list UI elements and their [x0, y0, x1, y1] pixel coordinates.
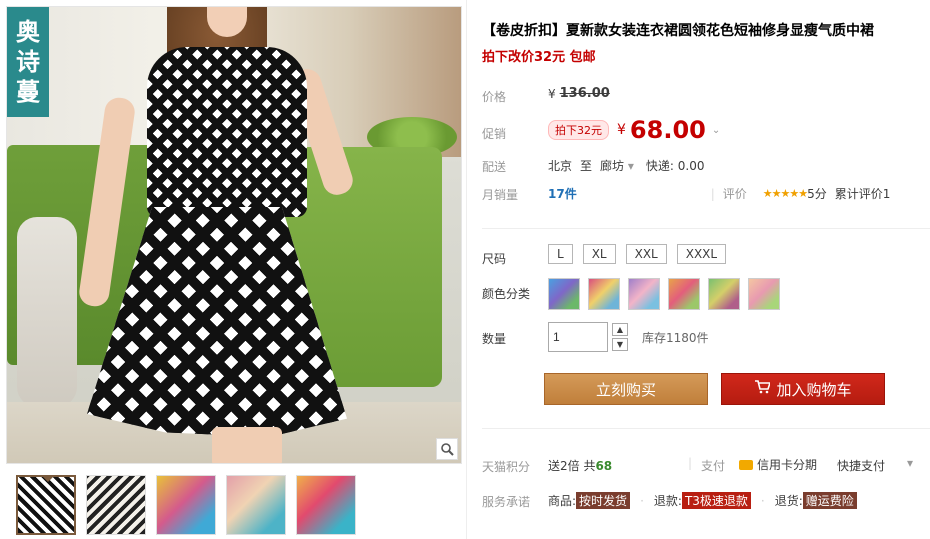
- service-row: 商品: 按时发货 · 退款: T3极速退款 · 退货: 赠运费险: [548, 492, 857, 509]
- rating-stars: ★★★★★: [762, 187, 808, 200]
- fast-refund-badge: T3极速退款: [681, 492, 751, 509]
- promo-label: 促销: [482, 127, 507, 141]
- size-option-xl[interactable]: XL: [582, 244, 616, 264]
- points-label: 天猫积分: [482, 460, 531, 474]
- brand-logo: 奥 诗 蔓: [7, 7, 49, 117]
- sales-label: 月销量: [482, 188, 519, 202]
- quantity-stepper: ▲ ▼: [612, 323, 628, 351]
- shipping-destination-select[interactable]: 廊坊 ▾: [600, 157, 634, 174]
- product-page: 奥 诗 蔓 【卷皮折扣】夏新款女装连衣裙圆领花色短袖修身显瘦气质中裙 拍下改价3…: [0, 0, 930, 539]
- points-row: 送2倍 共 68: [548, 458, 613, 474]
- quantity-row: ▲ ▼ 库存1180件: [548, 322, 709, 352]
- color-options: [548, 278, 788, 310]
- sales-row: 17件 | 评价 ★★★★★ 5分 累计评价1: [548, 185, 891, 202]
- quantity-input[interactable]: [548, 322, 608, 352]
- size-options: L XL XXL XXXL: [548, 244, 736, 264]
- shipping-row: 北京 至 廊坊 ▾ 快递: 0.00: [548, 157, 705, 174]
- original-price: ¥ 136.00: [548, 86, 610, 101]
- size-option-l[interactable]: L: [548, 244, 573, 264]
- chevron-down-icon[interactable]: ▾: [907, 456, 913, 470]
- zoom-icon[interactable]: [436, 438, 458, 460]
- credit-installment[interactable]: 信用卡分期: [739, 456, 817, 473]
- stock-info: 库存1180件: [642, 330, 709, 345]
- add-to-cart-button[interactable]: 加入购物车: [721, 373, 885, 405]
- promo-tag: 拍下32元: [548, 120, 609, 140]
- thumbnail-1[interactable]: [16, 475, 76, 535]
- increase-quantity-button[interactable]: ▲: [612, 323, 628, 336]
- shipping-label: 配送: [482, 160, 507, 174]
- size-label: 尺码: [482, 252, 507, 266]
- color-swatch-1[interactable]: [548, 278, 580, 310]
- product-title: 【卷皮折扣】夏新款女装连衣裙圆领花色短袖修身显瘦气质中裙: [482, 23, 874, 39]
- color-swatch-2[interactable]: [588, 278, 620, 310]
- review-link[interactable]: 累计评价1: [835, 185, 891, 202]
- return-insurance-badge: 赠运费险: [802, 492, 857, 509]
- dress-bodice: [147, 47, 307, 217]
- service-label: 服务承诺: [482, 495, 531, 509]
- monthly-sales-count: 17件: [548, 187, 577, 201]
- thumbnail-4[interactable]: [226, 475, 286, 535]
- promo-price-row: 拍下32元 ¥ 68.00 ⌄: [548, 116, 720, 144]
- separator: [482, 428, 930, 429]
- decrease-quantity-button[interactable]: ▼: [612, 338, 628, 351]
- separator: [482, 228, 930, 229]
- credit-card-icon: [739, 459, 753, 470]
- product-subtitle: 拍下改价32元 包邮: [482, 50, 596, 65]
- price-label: 价格: [482, 90, 507, 104]
- color-swatch-3[interactable]: [628, 278, 660, 310]
- color-swatch-4[interactable]: [668, 278, 700, 310]
- main-product-image[interactable]: 奥 诗 蔓: [6, 6, 462, 464]
- payment-label: 支付: [701, 459, 726, 473]
- promo-price: 68.00: [629, 116, 706, 144]
- color-swatch-6[interactable]: [748, 278, 780, 310]
- quick-pay[interactable]: 快捷支付: [837, 457, 885, 474]
- on-time-shipping-badge: 按时发货: [576, 492, 631, 509]
- thumbnail-3[interactable]: [156, 475, 216, 535]
- size-option-xxxl[interactable]: XXXL: [676, 244, 727, 264]
- thumbnail-strip: [16, 475, 356, 535]
- chevron-down-icon[interactable]: ⌄: [712, 125, 720, 136]
- column-divider: [466, 0, 467, 539]
- color-label: 颜色分类: [482, 287, 531, 301]
- photo-background: [7, 7, 461, 463]
- thumbnail-5[interactable]: [296, 475, 356, 535]
- quantity-label: 数量: [482, 332, 507, 346]
- thumbnail-2[interactable]: [86, 475, 146, 535]
- color-swatch-5[interactable]: [708, 278, 740, 310]
- buy-now-button[interactable]: 立刻购买: [544, 373, 708, 405]
- size-option-xxl[interactable]: XXL: [625, 244, 667, 264]
- cart-icon: [754, 380, 772, 398]
